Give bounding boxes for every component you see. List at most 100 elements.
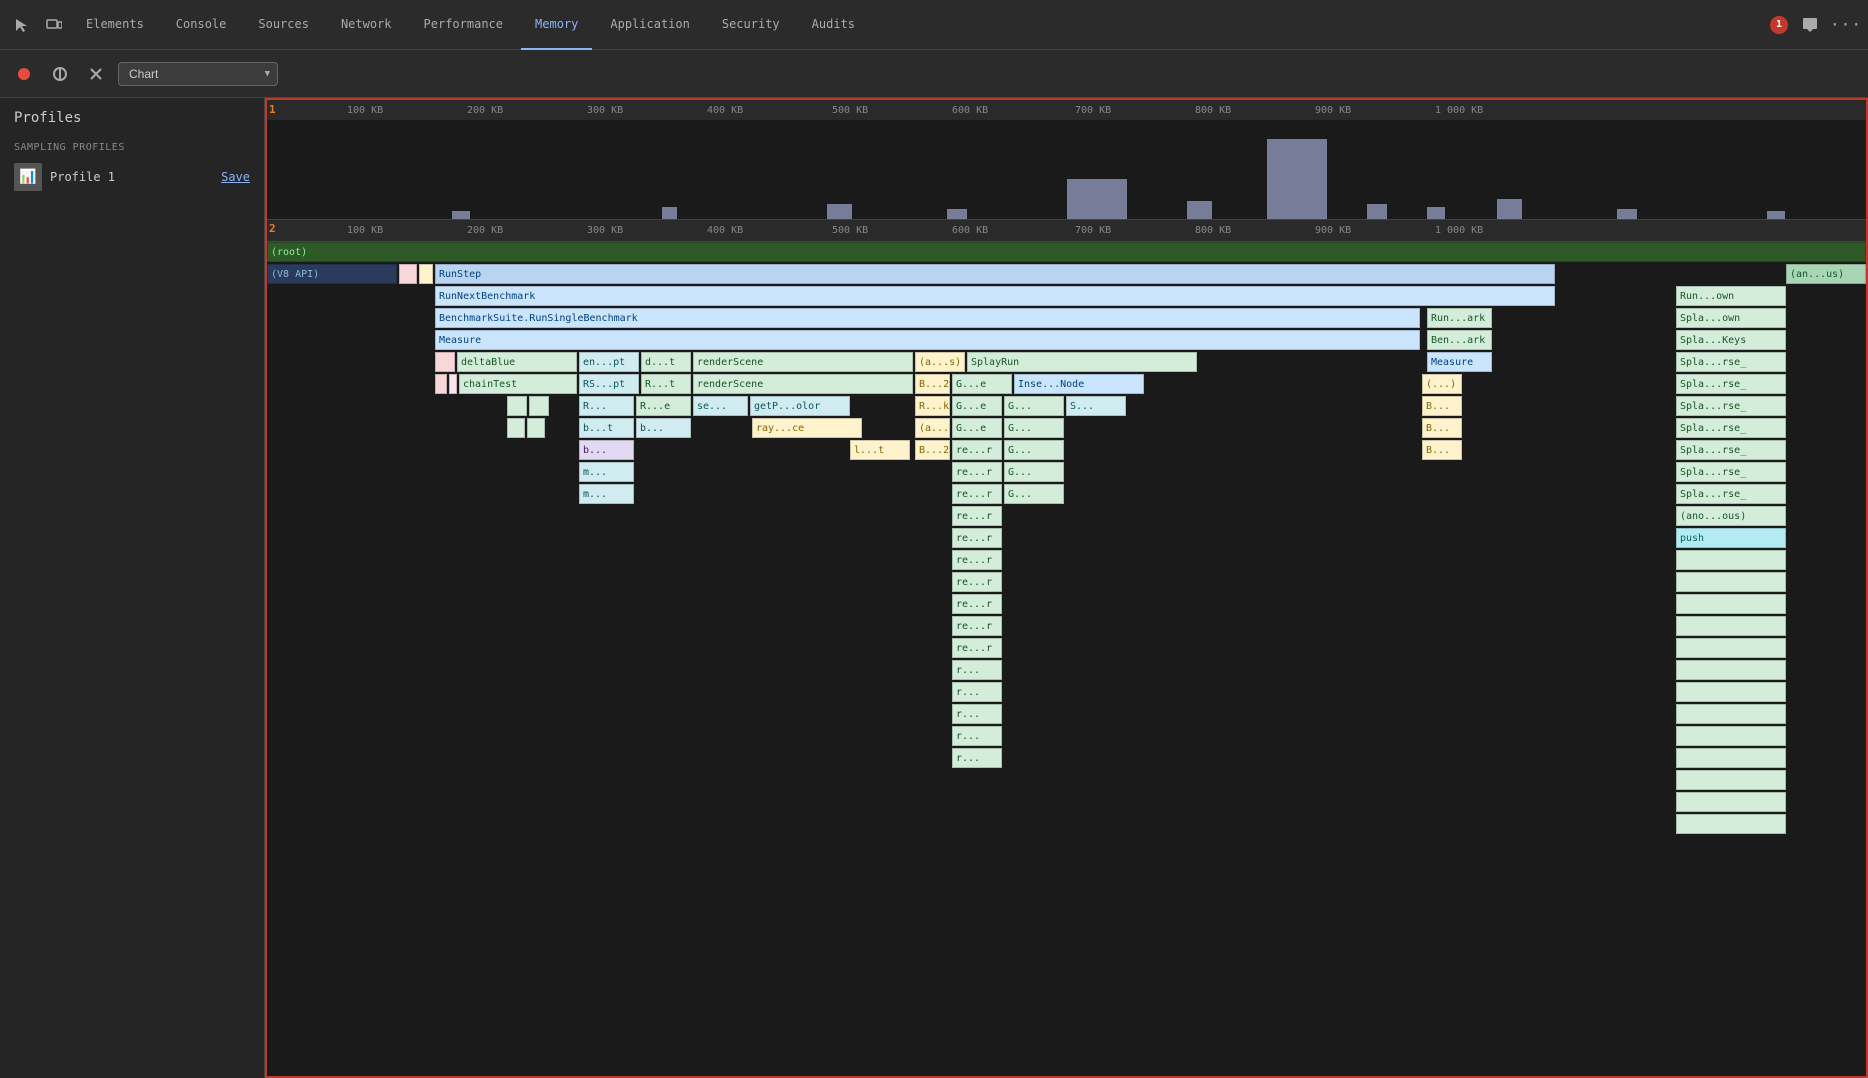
flame-ge2[interactable]: G...e xyxy=(952,396,1002,416)
flame-ge8[interactable]: G... xyxy=(1004,484,1064,504)
flame-lt[interactable]: l...t xyxy=(850,440,910,460)
flame-runnextbenchmark[interactable]: RunNextBenchmark xyxy=(435,286,1555,306)
clear-button[interactable] xyxy=(82,60,110,88)
flame-splakeys[interactable]: Spla...Keys xyxy=(1676,330,1786,350)
flame-right-col13[interactable] xyxy=(1676,814,1786,834)
flame-benchmarksuite[interactable]: BenchmarkSuite.RunSingleBenchmark xyxy=(435,308,1420,328)
flame-rer5[interactable]: re...r xyxy=(952,528,1002,548)
flame-rer3[interactable]: re...r xyxy=(952,484,1002,504)
flame-green8a[interactable] xyxy=(507,418,525,438)
flame-rer9[interactable]: re...r xyxy=(952,616,1002,636)
record-button[interactable] xyxy=(10,60,38,88)
flame-b3[interactable]: B... xyxy=(1422,418,1462,438)
flame-rt[interactable]: R...t xyxy=(641,374,691,394)
flame-enpt[interactable]: en...pt xyxy=(579,352,639,372)
flame-rer2[interactable]: re...r xyxy=(952,462,1002,482)
flame-rer8[interactable]: re...r xyxy=(952,594,1002,614)
flame-runark[interactable]: Run...ark xyxy=(1427,308,1492,328)
device-toolbar-icon[interactable] xyxy=(40,11,68,39)
flame-right-col12[interactable] xyxy=(1676,792,1786,812)
flame-right-col11[interactable] xyxy=(1676,770,1786,790)
flame-right-col9[interactable] xyxy=(1676,726,1786,746)
flame-ge1[interactable]: G...e xyxy=(952,374,1012,394)
flame-green8b[interactable] xyxy=(527,418,545,438)
flame-ge6[interactable]: G... xyxy=(1004,440,1064,460)
tab-console[interactable]: Console xyxy=(162,0,241,50)
flame-root[interactable]: (root) xyxy=(267,242,1866,262)
flame-right-col6[interactable] xyxy=(1676,660,1786,680)
flame-splayrun[interactable]: SplayRun xyxy=(967,352,1197,372)
flame-r4[interactable]: r... xyxy=(952,704,1002,724)
flame-m2[interactable]: m... xyxy=(579,484,634,504)
flame-runown[interactable]: Run...own xyxy=(1676,286,1786,306)
flame-splaown[interactable]: Spla...own xyxy=(1676,308,1786,328)
flame-right-col10[interactable] xyxy=(1676,748,1786,768)
more-options-icon[interactable]: ··· xyxy=(1832,11,1860,39)
flame-splaRse1[interactable]: Spla...rse_ xyxy=(1676,352,1786,372)
flame-right-col4[interactable] xyxy=(1676,616,1786,636)
flame-ree1[interactable]: R...e xyxy=(636,396,691,416)
tab-memory[interactable]: Memory xyxy=(521,0,592,50)
flame-rspt[interactable]: RS...pt xyxy=(579,374,639,394)
flame-pink-block[interactable] xyxy=(435,352,455,372)
flame-rayce[interactable]: ray...ce xyxy=(752,418,862,438)
flame-anoous[interactable]: (ano...ous) xyxy=(1676,506,1786,526)
tab-security[interactable]: Security xyxy=(708,0,794,50)
flame-ge4[interactable]: G...e xyxy=(952,418,1002,438)
flame-as2[interactable]: (a...s) xyxy=(915,418,950,438)
flame-chaintest[interactable]: chainTest xyxy=(459,374,577,394)
flame-r2[interactable]: r... xyxy=(952,660,1002,680)
flame-rer6[interactable]: re...r xyxy=(952,550,1002,570)
save-link[interactable]: Save xyxy=(221,170,250,184)
flame-b5[interactable]: B...2 xyxy=(915,440,950,460)
flame-ge5[interactable]: G... xyxy=(1004,418,1064,438)
flame-measure[interactable]: Measure xyxy=(435,330,1420,350)
flame-b-right[interactable]: B... xyxy=(1422,396,1462,416)
flame-ellipsis[interactable]: (...) xyxy=(1422,374,1462,394)
flame-block[interactable] xyxy=(399,264,417,284)
flame-splaRse7[interactable]: Spla...rse_ xyxy=(1676,484,1786,504)
tab-audits[interactable]: Audits xyxy=(798,0,869,50)
flame-measure-right[interactable]: Measure xyxy=(1427,352,1492,372)
flame-right-col5[interactable] xyxy=(1676,638,1786,658)
flame-rer1[interactable]: re...r xyxy=(952,440,1002,460)
flame-r1[interactable]: R... xyxy=(579,396,634,416)
flame-getpcolor[interactable]: getP...olor xyxy=(750,396,850,416)
flame-pink2[interactable] xyxy=(435,374,447,394)
flame-r6[interactable]: r... xyxy=(952,748,1002,768)
chart-type-selector-wrapper[interactable]: Chart Tree (Top Down) Heavy (Bottom Up) … xyxy=(118,62,278,86)
tab-performance[interactable]: Performance xyxy=(410,0,517,50)
flame-right-col2[interactable] xyxy=(1676,572,1786,592)
chart-type-select[interactable]: Chart Tree (Top Down) Heavy (Bottom Up) … xyxy=(118,62,278,86)
tab-network[interactable]: Network xyxy=(327,0,406,50)
flame-s[interactable]: S... xyxy=(1066,396,1126,416)
flame-deltablue[interactable]: deltaBlue xyxy=(457,352,577,372)
flame-green-block7b[interactable] xyxy=(529,396,549,416)
flame-bt1[interactable]: b...t xyxy=(579,418,634,438)
flame-insenode[interactable]: Inse...Node xyxy=(1014,374,1144,394)
flame-se[interactable]: se... xyxy=(693,396,748,416)
flame-push[interactable]: push xyxy=(1676,528,1786,548)
flame-right-col7[interactable] xyxy=(1676,682,1786,702)
feedback-icon[interactable] xyxy=(1796,11,1824,39)
flame-rer7[interactable]: re...r xyxy=(952,572,1002,592)
flame-runstep[interactable]: RunStep xyxy=(435,264,1555,284)
flame-b6[interactable]: B... xyxy=(1422,440,1462,460)
flame-rk[interactable]: R...k xyxy=(915,396,950,416)
flame-b2_[interactable]: b... xyxy=(636,418,691,438)
cursor-icon[interactable] xyxy=(8,11,36,39)
flame-splaRse2[interactable]: Spla...rse_ xyxy=(1676,374,1786,394)
tab-elements[interactable]: Elements xyxy=(72,0,158,50)
flame-r5[interactable]: r... xyxy=(952,726,1002,746)
flame-purple9[interactable]: b... xyxy=(579,440,634,460)
flame-block[interactable] xyxy=(419,264,433,284)
tab-sources[interactable]: Sources xyxy=(244,0,323,50)
flame-right-col3[interactable] xyxy=(1676,594,1786,614)
stop-button[interactable] xyxy=(46,60,74,88)
profile-item[interactable]: 📊 Profile 1 Save xyxy=(0,157,264,197)
tab-application[interactable]: Application xyxy=(596,0,703,50)
flame-benark[interactable]: Ben...ark xyxy=(1427,330,1492,350)
flame-splaRse4[interactable]: Spla...rse_ xyxy=(1676,418,1786,438)
flame-green-block7a[interactable] xyxy=(507,396,527,416)
flame-v8api[interactable]: (V8 API) xyxy=(267,264,397,284)
